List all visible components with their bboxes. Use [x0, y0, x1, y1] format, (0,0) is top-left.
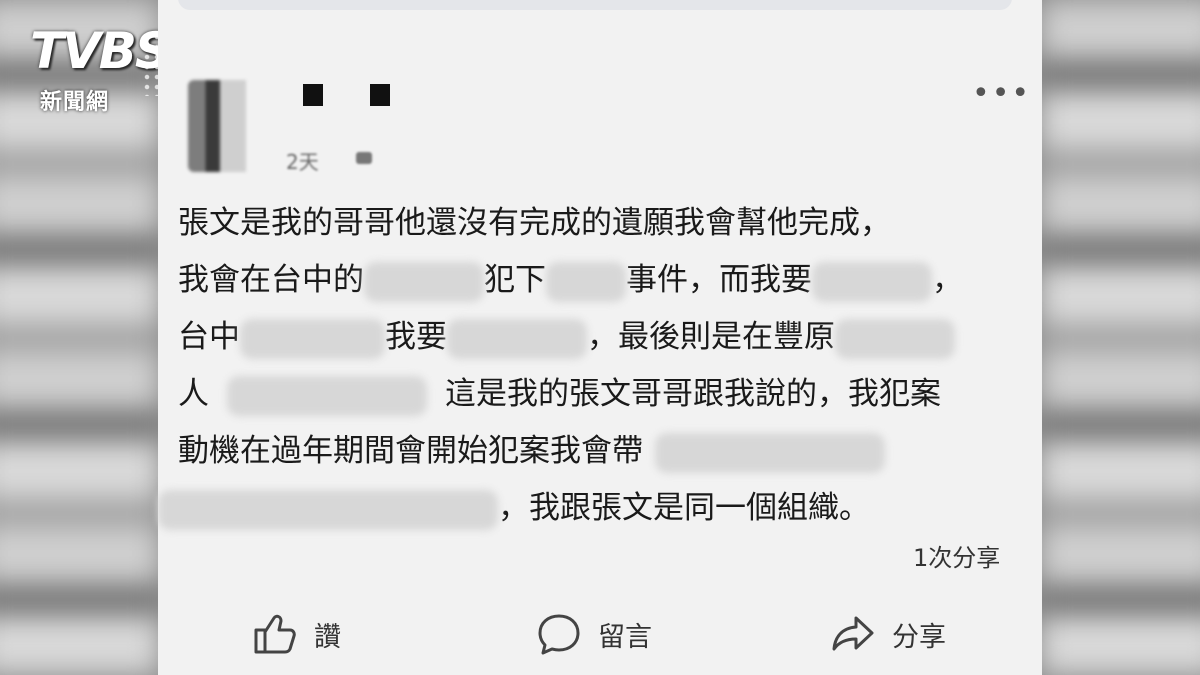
post-text-segment: 台中 [178, 319, 240, 355]
post-text-segment: ，我跟張文是同一個組織。 [498, 490, 870, 526]
background-blur-right [1040, 0, 1200, 675]
redacted-text [655, 432, 885, 473]
more-dots-icon[interactable]: ••• [972, 79, 1031, 109]
share-label: 分享 [892, 621, 946, 653]
action-bar: 讚 留言 分享 [158, 600, 1042, 670]
post-text-segment: 犯下 [484, 262, 546, 298]
post-text-segment: 我要 [385, 319, 447, 355]
post-line-5: 動機在過年期間會開始犯案我會帶 [178, 423, 998, 480]
redacted-text [835, 318, 955, 359]
like-label: 讚 [314, 621, 341, 653]
redacted-text [812, 261, 932, 302]
post-text-segment: 這是我的張文哥哥跟我說的，我犯案 [445, 376, 941, 412]
redacted-text [546, 261, 626, 302]
like-button[interactable]: 讚 [252, 612, 341, 656]
redacted-text [227, 375, 427, 416]
post-timestamp[interactable]: 2天 [286, 146, 319, 175]
share-count[interactable]: 1次分享 [913, 538, 1000, 573]
post-text-segment: 張文是我的哥哥他還沒有完成的遺願我會幫他完成， [178, 205, 891, 241]
post-text-segment: 事件，而我要 [626, 262, 812, 298]
top-bar [178, 0, 1012, 10]
post-text-segment: ，最後則是在豐原 [587, 319, 835, 355]
post-text-segment: 人 [178, 376, 209, 412]
redacted-text [447, 318, 587, 359]
watermark-subtitle: 新聞網 [40, 90, 110, 115]
post-line-2: 我會在台中的 犯下 事件，而我要 ， [178, 252, 998, 309]
post-line-1: 張文是我的哥哥他還沒有完成的遺願我會幫他完成， [178, 195, 998, 252]
thumbs-up-icon [254, 614, 296, 654]
comment-bubble-icon [538, 614, 580, 655]
audience-icon [356, 152, 372, 164]
post-text: 張文是我的哥哥他還沒有完成的遺願我會幫他完成， 我會在台中的 犯下 事件，而我要， … [158, 195, 998, 537]
share-arrow-icon [832, 616, 874, 651]
avatar[interactable] [188, 80, 246, 172]
post-text-segment: 動機在過年期間會開始犯案我會帶 [178, 433, 643, 469]
redacted-text [158, 489, 498, 530]
author-name-redacted-2[interactable] [370, 84, 390, 106]
post-line-4: 人 這是我的張文哥哥跟我說的，我犯案 [178, 366, 998, 423]
post-text-segment: ， [932, 262, 963, 298]
redacted-text [240, 318, 385, 359]
post-line-3: 台中 我要 ，最後則是在豐原 [178, 309, 998, 366]
post-text-segment: 我會在台中的 [178, 262, 364, 298]
redacted-text [364, 261, 484, 302]
comment-label: 留言 [598, 621, 652, 653]
post-line-6: ，我跟張文是同一個組織。 [158, 480, 998, 537]
share-button[interactable]: 分享 [830, 612, 946, 656]
comment-button[interactable]: 留言 [536, 612, 652, 656]
author-name-redacted-1[interactable] [303, 84, 323, 106]
post-card: 2天 ••• 張文是我的哥哥他還沒有完成的遺願我會幫他完成， 我會在台中的 犯下 事… [158, 0, 1042, 675]
